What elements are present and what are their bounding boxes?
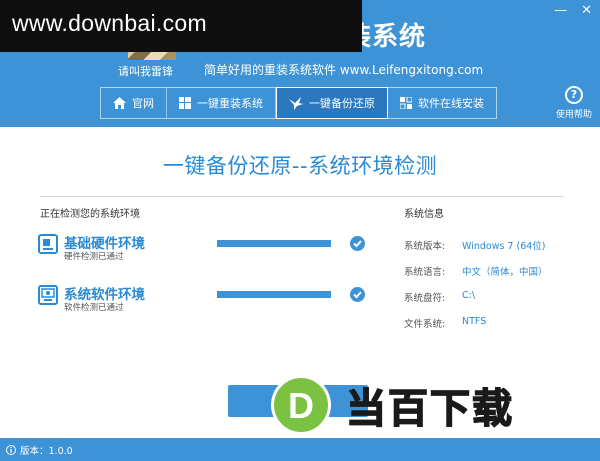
brand-text: 当百下载 — [345, 385, 514, 433]
window-controls: — ✕ — [554, 4, 592, 17]
nav-item-label: 官网 — [132, 97, 154, 110]
windows-icon — [179, 97, 191, 109]
detect-heading: 正在检测您的系统环境 — [40, 209, 140, 220]
check-subtitle: 硬件检测已通过 — [64, 252, 124, 262]
info-row-language: 系统语言: 中文（简体，中国） — [404, 264, 574, 280]
version-label: 版本：1.0.0 — [20, 446, 73, 457]
info-row-filesystem: 文件系统: NTFS — [404, 316, 574, 332]
info-key: 文件系统: — [404, 319, 446, 330]
status-bar: 版本：1.0.0 — [0, 438, 600, 461]
check-passed-icon — [350, 236, 365, 251]
software-icon — [38, 285, 58, 305]
nav-item-home[interactable]: 官网 — [101, 88, 167, 118]
info-key: 系统语言: — [404, 267, 446, 278]
watermark-text: www.downbai.com — [12, 10, 207, 36]
system-info-heading: 系统信息 — [404, 209, 444, 220]
info-key: 系统盘符: — [404, 293, 446, 304]
info-value: 中文（简体，中国） — [462, 267, 548, 278]
nav-item-reinstall[interactable]: 一键重装系统 — [167, 88, 276, 118]
info-row-version: 系统版本: Windows 7 (64位) — [404, 238, 574, 254]
check-item-software: 系统软件环境 软件检测已通过 — [38, 283, 368, 317]
nav-item-label: 一键备份还原 — [309, 97, 375, 110]
tiles-icon — [400, 97, 412, 109]
help-label: 使用帮助 — [555, 110, 592, 120]
app-slogan: 简单好用的重装系统软件 www.Leifengxitong.com — [204, 63, 484, 77]
info-value: NTFS — [462, 316, 487, 327]
check-passed-icon — [350, 287, 365, 302]
brand-watermark: D 当百下载 — [268, 374, 558, 436]
info-row-drive: 系统盘符: C:\ — [404, 290, 574, 306]
progress-bar — [217, 240, 331, 247]
divider — [40, 196, 564, 197]
watermark-banner: www.downbai.com — [0, 0, 362, 52]
nav-item-label: 软件在线安装 — [418, 97, 484, 110]
brand-logo-icon: D — [271, 375, 331, 435]
bird-icon — [289, 96, 303, 110]
info-value: Windows 7 (64位) — [462, 241, 546, 252]
version-info: 版本：1.0.0 — [6, 443, 73, 457]
info-value: C:\ — [462, 290, 476, 301]
check-subtitle: 软件检测已通过 — [64, 303, 124, 313]
nav-item-label: 一键重装系统 — [197, 97, 263, 110]
nav-item-backup-restore[interactable]: 一键备份还原 — [276, 87, 388, 119]
info-icon — [6, 445, 16, 455]
brand-logo-letter: D — [288, 385, 314, 426]
main-nav: 官网 一键重装系统 一键备份还原 软件在线安装 — [100, 87, 497, 119]
minimize-button[interactable]: — — [554, 4, 567, 17]
help-icon: ? — [565, 86, 583, 104]
hardware-icon — [38, 234, 58, 254]
nav-item-software-install[interactable]: 软件在线安装 — [388, 88, 496, 118]
logo-caption: 请叫我雷锋 — [118, 65, 173, 78]
close-button[interactable]: ✕ — [581, 4, 592, 17]
info-key: 系统版本: — [404, 241, 446, 252]
check-item-hardware: 基础硬件环境 硬件检测已通过 — [38, 232, 368, 266]
page-title: 一键备份还原--系统环境检测 — [162, 154, 438, 178]
home-icon — [113, 97, 126, 109]
help-button[interactable]: ? 使用帮助 — [552, 86, 596, 120]
check-title: 系统软件环境 — [64, 287, 145, 303]
check-title: 基础硬件环境 — [64, 236, 145, 252]
progress-bar — [217, 291, 331, 298]
